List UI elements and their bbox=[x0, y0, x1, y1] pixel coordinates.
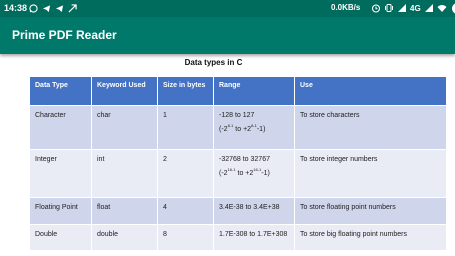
range-formula: (-28-1 to +28-1-1) bbox=[219, 123, 266, 134]
cell-use: To store integer numbers bbox=[294, 149, 447, 198]
range-formula: (-216-1 to +216-1-1) bbox=[219, 167, 270, 178]
table-row: Double double 8 1.7E-308 to 1.7E+308 To … bbox=[29, 224, 447, 251]
table-row: Floating Point float 4 3.4E-38 to 3.4E+3… bbox=[29, 197, 447, 225]
cell-range: -128 to 127 (-28-1 to +28-1-1) bbox=[213, 105, 295, 150]
cell-size: 4 bbox=[157, 197, 214, 225]
cell-type: Integer bbox=[29, 149, 92, 198]
table-row: Integer int 2 -32768 to 32767 (-216-1 to… bbox=[29, 149, 447, 198]
cell-keyword: double bbox=[91, 224, 158, 251]
notification-icons bbox=[29, 2, 77, 14]
telegram-icon bbox=[55, 4, 64, 12]
wifi-icon bbox=[437, 5, 447, 12]
cell-keyword: char bbox=[91, 105, 158, 150]
vibrate-icon bbox=[385, 4, 393, 12]
cell-size: 1 bbox=[157, 105, 214, 150]
header-use: Use bbox=[294, 76, 447, 106]
network-type: 4G bbox=[410, 3, 421, 13]
header-data-type: Data Type bbox=[29, 76, 92, 106]
data-types-table: Data Type Keyword Used Size in bytes Ran… bbox=[29, 76, 447, 251]
table-row: Character char 1 -128 to 127 (-28-1 to +… bbox=[29, 105, 447, 150]
status-bar: 14:38 0.0KB/s 4G 87 bbox=[0, 0, 455, 17]
alarm-icon bbox=[371, 4, 381, 13]
table-header-row: Data Type Keyword Used Size in bytes Ran… bbox=[29, 76, 447, 106]
status-time: 14:38 bbox=[4, 3, 28, 13]
system-icons: 4G 87 bbox=[371, 2, 455, 14]
cell-use: To store floating point numbers bbox=[294, 197, 447, 225]
cell-range: -32768 to 32767 (-216-1 to +216-1-1) bbox=[213, 149, 295, 198]
cell-keyword: int bbox=[91, 149, 158, 198]
cell-use: To store big floating point numbers bbox=[294, 224, 447, 251]
cell-range: 3.4E-38 to 3.4E+38 bbox=[213, 197, 295, 225]
cell-range: 1.7E-308 to 1.7E+308 bbox=[213, 224, 295, 251]
cell-type: Character bbox=[29, 105, 92, 150]
cell-use: To store characters bbox=[294, 105, 447, 150]
document-title: Data types in C bbox=[184, 58, 243, 67]
net-speed: 0.0KB/s bbox=[331, 3, 361, 12]
app-title: Prime PDF Reader bbox=[12, 28, 117, 42]
telegram-icon bbox=[42, 4, 51, 12]
cell-size: 2 bbox=[157, 149, 214, 198]
header-range: Range bbox=[213, 76, 295, 106]
range-value: -32768 to 32767 bbox=[219, 156, 270, 163]
header-keyword: Keyword Used bbox=[91, 76, 158, 106]
cell-type: Double bbox=[29, 224, 92, 251]
cell-size: 8 bbox=[157, 224, 214, 251]
send-icon bbox=[68, 3, 77, 13]
signal-icon bbox=[424, 4, 433, 12]
range-value: -128 to 127 bbox=[219, 112, 255, 119]
cell-keyword: float bbox=[91, 197, 158, 225]
header-size: Size in bytes bbox=[157, 76, 214, 106]
cell-type: Floating Point bbox=[29, 197, 92, 225]
signal-icon bbox=[398, 4, 406, 12]
whatsapp-icon bbox=[29, 3, 38, 13]
app-bar: Prime PDF Reader bbox=[0, 17, 455, 54]
